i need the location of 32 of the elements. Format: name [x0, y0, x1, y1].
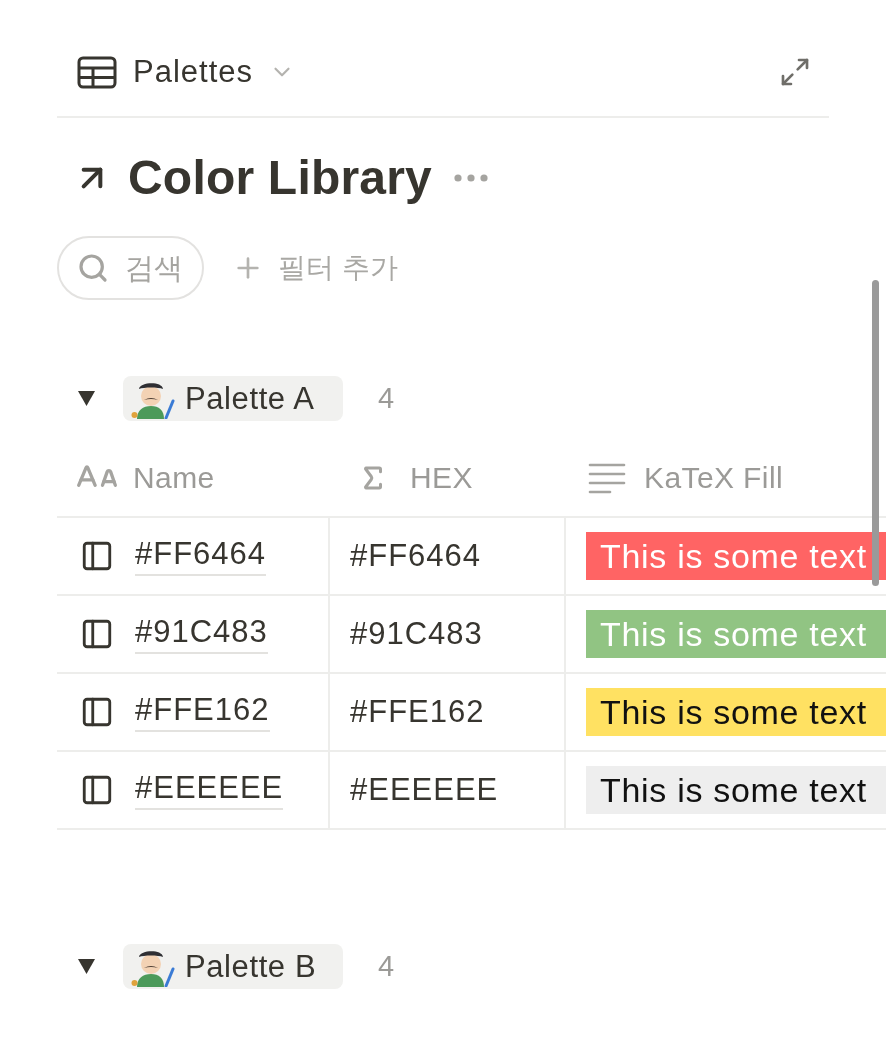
highlight-text: This is some text [586, 688, 886, 736]
table-icon [77, 55, 117, 89]
view-switcher-button[interactable]: Palettes [77, 54, 295, 90]
table-cell: #EEEEEE [330, 752, 566, 828]
row-title[interactable]: #EEEEEE [135, 770, 284, 810]
triangle-icon[interactable] [77, 957, 96, 976]
scrollbar[interactable] [872, 280, 879, 586]
expand-icon[interactable] [779, 56, 811, 88]
table-cell: #91C483 [330, 596, 566, 672]
group-count: 4 [378, 382, 395, 415]
highlight-text: This is some text [586, 532, 886, 580]
search-field[interactable]: 검색 [57, 236, 204, 300]
panel-icon [80, 773, 114, 807]
row-title[interactable]: #FF6464 [135, 536, 267, 576]
group-count: 4 [378, 950, 395, 983]
highlight-text: This is some text [586, 610, 886, 658]
group-label[interactable]: Palette B [123, 944, 343, 989]
page-title: Color Library [128, 154, 432, 202]
group-name: Palette A [185, 380, 315, 417]
group-name: Palette B [185, 948, 317, 985]
highlight-text: This is some text [586, 766, 886, 814]
lines-icon [588, 462, 626, 494]
row-title[interactable]: #91C483 [135, 614, 268, 654]
panel-icon [80, 539, 114, 573]
row-title[interactable]: #FFE162 [135, 692, 270, 732]
triangle-icon[interactable] [77, 389, 96, 408]
search-icon [77, 252, 109, 284]
group-label[interactable]: Palette A [123, 376, 343, 421]
panel-icon [80, 617, 114, 651]
table-cell: #FF6464 [330, 518, 566, 594]
table-cell: #FFE162 [330, 674, 566, 750]
panel-icon [80, 695, 114, 729]
